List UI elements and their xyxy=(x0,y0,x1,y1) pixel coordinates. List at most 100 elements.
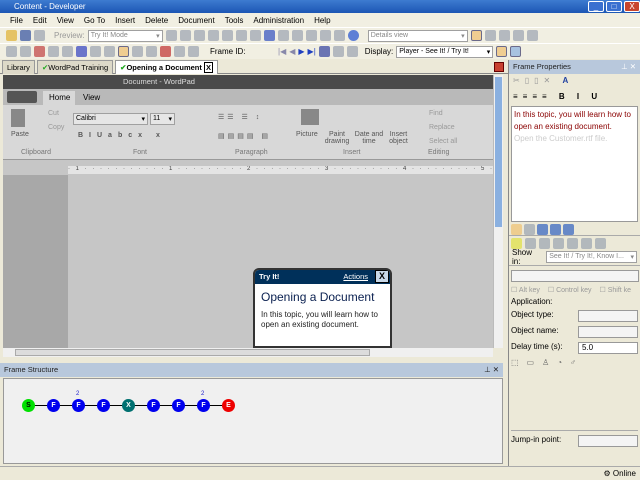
display-select[interactable]: Player - See It! / Try It!▾ xyxy=(396,46,493,58)
print-icon[interactable] xyxy=(34,30,45,41)
frame-icon[interactable] xyxy=(76,46,87,57)
first-frame-icon[interactable]: |◀ xyxy=(278,47,286,56)
instruction-text[interactable]: Open the Customer.rtf file. xyxy=(514,133,635,145)
alt-key-checkbox[interactable]: ☐ Alt key xyxy=(511,286,540,294)
object-type-input[interactable] xyxy=(578,310,638,322)
frame-node[interactable]: F xyxy=(172,399,185,412)
wordpad-screenshot: Document - WordPad Home View Paste Cut C… xyxy=(3,75,493,348)
find-button[interactable]: Find xyxy=(429,110,443,117)
frame-node[interactable]: F xyxy=(147,399,160,412)
frame-node[interactable]: F xyxy=(72,399,85,412)
font-size-select[interactable]: 11▾ xyxy=(150,113,175,125)
menu-administration[interactable]: Administration xyxy=(253,16,304,25)
menu-tools[interactable]: Tools xyxy=(225,16,244,25)
preview-mode-select[interactable]: Try It! Mode▾ xyxy=(88,30,163,42)
bubble-close-button[interactable]: X xyxy=(375,270,389,283)
find-icon[interactable] xyxy=(320,30,331,41)
refresh-icon[interactable] xyxy=(527,30,538,41)
bubble-text: In this topic, you will learn how to ope… xyxy=(255,310,390,330)
jump-in-input[interactable] xyxy=(578,435,638,447)
edit-icon[interactable] xyxy=(118,46,129,57)
last-frame-icon[interactable]: ▶| xyxy=(308,47,316,56)
next-frame-icon[interactable]: ▶ xyxy=(298,47,304,56)
record-icon[interactable] xyxy=(6,46,17,57)
bubble-icon[interactable] xyxy=(160,46,171,57)
undo-icon[interactable] xyxy=(264,30,275,41)
frame-node[interactable]: F xyxy=(197,399,210,412)
cut-button[interactable]: Cut xyxy=(48,110,59,117)
delay-time-input[interactable]: 5.0 xyxy=(578,342,638,354)
wordpad-tab-home[interactable]: Home xyxy=(43,91,75,105)
delete-icon[interactable] xyxy=(222,30,233,41)
frame-node[interactable]: F xyxy=(97,399,110,412)
try-it-bubble: Try It! Actions X Opening a Document In … xyxy=(253,268,392,348)
layout-icon[interactable] xyxy=(499,30,510,41)
menu-file[interactable]: File xyxy=(10,16,23,25)
toolbar-frame: Frame ID: |◀◀▶▶| Display: Player - See I… xyxy=(0,43,640,59)
paste-icon[interactable] xyxy=(208,30,219,41)
keystroke-input[interactable] xyxy=(511,270,639,282)
object-name-label: Object name: xyxy=(511,326,559,338)
close-tab-icon[interactable]: X xyxy=(204,62,213,73)
search-icon[interactable] xyxy=(20,46,31,57)
properties-icon[interactable] xyxy=(513,30,524,41)
help-icon[interactable] xyxy=(348,30,359,41)
branch-icon[interactable] xyxy=(48,46,59,57)
control-key-checkbox[interactable]: ☐ Control key xyxy=(548,286,592,294)
menu-insert[interactable]: Insert xyxy=(115,16,135,25)
select-all-button[interactable]: Select all xyxy=(429,138,457,145)
insert-object-button[interactable]: Insert object xyxy=(386,131,411,145)
replace-button[interactable]: Replace xyxy=(429,124,455,131)
player-icon[interactable] xyxy=(510,46,521,57)
wordpad-tab-view[interactable]: View xyxy=(83,93,100,102)
layout-icon[interactable] xyxy=(471,30,482,41)
open-icon[interactable] xyxy=(6,30,17,41)
wordpad-ribbon: Paste Cut Copy Calibri▾ 11▾ BIUabcx x ☰☰… xyxy=(3,105,493,160)
view-select[interactable]: Details view▾ xyxy=(368,30,468,42)
menu-help[interactable]: Help xyxy=(314,16,330,25)
close-button[interactable]: X xyxy=(624,1,640,12)
insert-frame-icon[interactable] xyxy=(34,46,45,57)
minimize-button[interactable]: _ xyxy=(588,1,604,12)
menu-edit[interactable]: Edit xyxy=(33,16,47,25)
shift-key-checkbox[interactable]: ☐ Shift ke xyxy=(600,286,632,294)
menu-go-to[interactable]: Go To xyxy=(84,16,105,25)
save-icon[interactable] xyxy=(20,30,31,41)
frame-node[interactable]: X xyxy=(122,399,135,412)
menu-view[interactable]: View xyxy=(57,16,74,25)
horizontal-scrollbar[interactable] xyxy=(3,348,493,357)
font-select[interactable]: Calibri▾ xyxy=(73,113,148,125)
tab-library[interactable]: Library xyxy=(2,60,35,74)
frame-node[interactable]: S xyxy=(22,399,35,412)
delay-time-label: Delay time (s): xyxy=(511,342,563,354)
paste-button[interactable]: Paste xyxy=(11,131,29,138)
picture-button[interactable]: Picture xyxy=(296,131,318,138)
wordpad-menu-button[interactable] xyxy=(7,91,37,103)
vertical-scrollbar[interactable] xyxy=(493,75,503,348)
show-in-select[interactable]: See It! / Try It!, Know I...▾ xyxy=(546,251,637,263)
close-pane-icon[interactable] xyxy=(494,62,504,72)
frame-node[interactable]: E xyxy=(222,399,235,412)
close-panel-icon[interactable]: ⊥ ✕ xyxy=(621,62,636,71)
tab-opening-a-document[interactable]: ✔Opening a Document X xyxy=(115,60,218,74)
paint-drawing-button[interactable]: Paint drawing xyxy=(323,131,351,145)
player-icon[interactable] xyxy=(496,46,507,57)
prev-frame-icon[interactable]: ◀ xyxy=(289,47,295,56)
frame-node[interactable]: F xyxy=(47,399,60,412)
frame-properties-panel: Frame Properties⊥ ✕ ✂▯▯✕ A ≡≡≡≡ B I U In… xyxy=(508,60,640,466)
redo-icon[interactable] xyxy=(278,30,289,41)
alt-icon[interactable] xyxy=(62,46,73,57)
object-name-input[interactable] xyxy=(578,326,638,338)
menu-delete[interactable]: Delete xyxy=(145,16,168,25)
copy-icon[interactable] xyxy=(194,30,205,41)
date-time-button[interactable]: Date and time xyxy=(353,131,385,145)
bubble-text-editor[interactable]: In this topic, you will learn how to ope… xyxy=(514,109,635,133)
cut-icon[interactable] xyxy=(180,30,191,41)
layout-icon[interactable] xyxy=(485,30,496,41)
actions-link[interactable]: Actions xyxy=(343,272,368,281)
maximize-button[interactable]: □ xyxy=(606,1,622,12)
group-label: Insert xyxy=(343,149,361,156)
menu-document[interactable]: Document xyxy=(178,16,214,25)
copy-button[interactable]: Copy xyxy=(48,124,64,131)
tab-wordpad-training[interactable]: ✔WordPad Training xyxy=(37,60,113,74)
